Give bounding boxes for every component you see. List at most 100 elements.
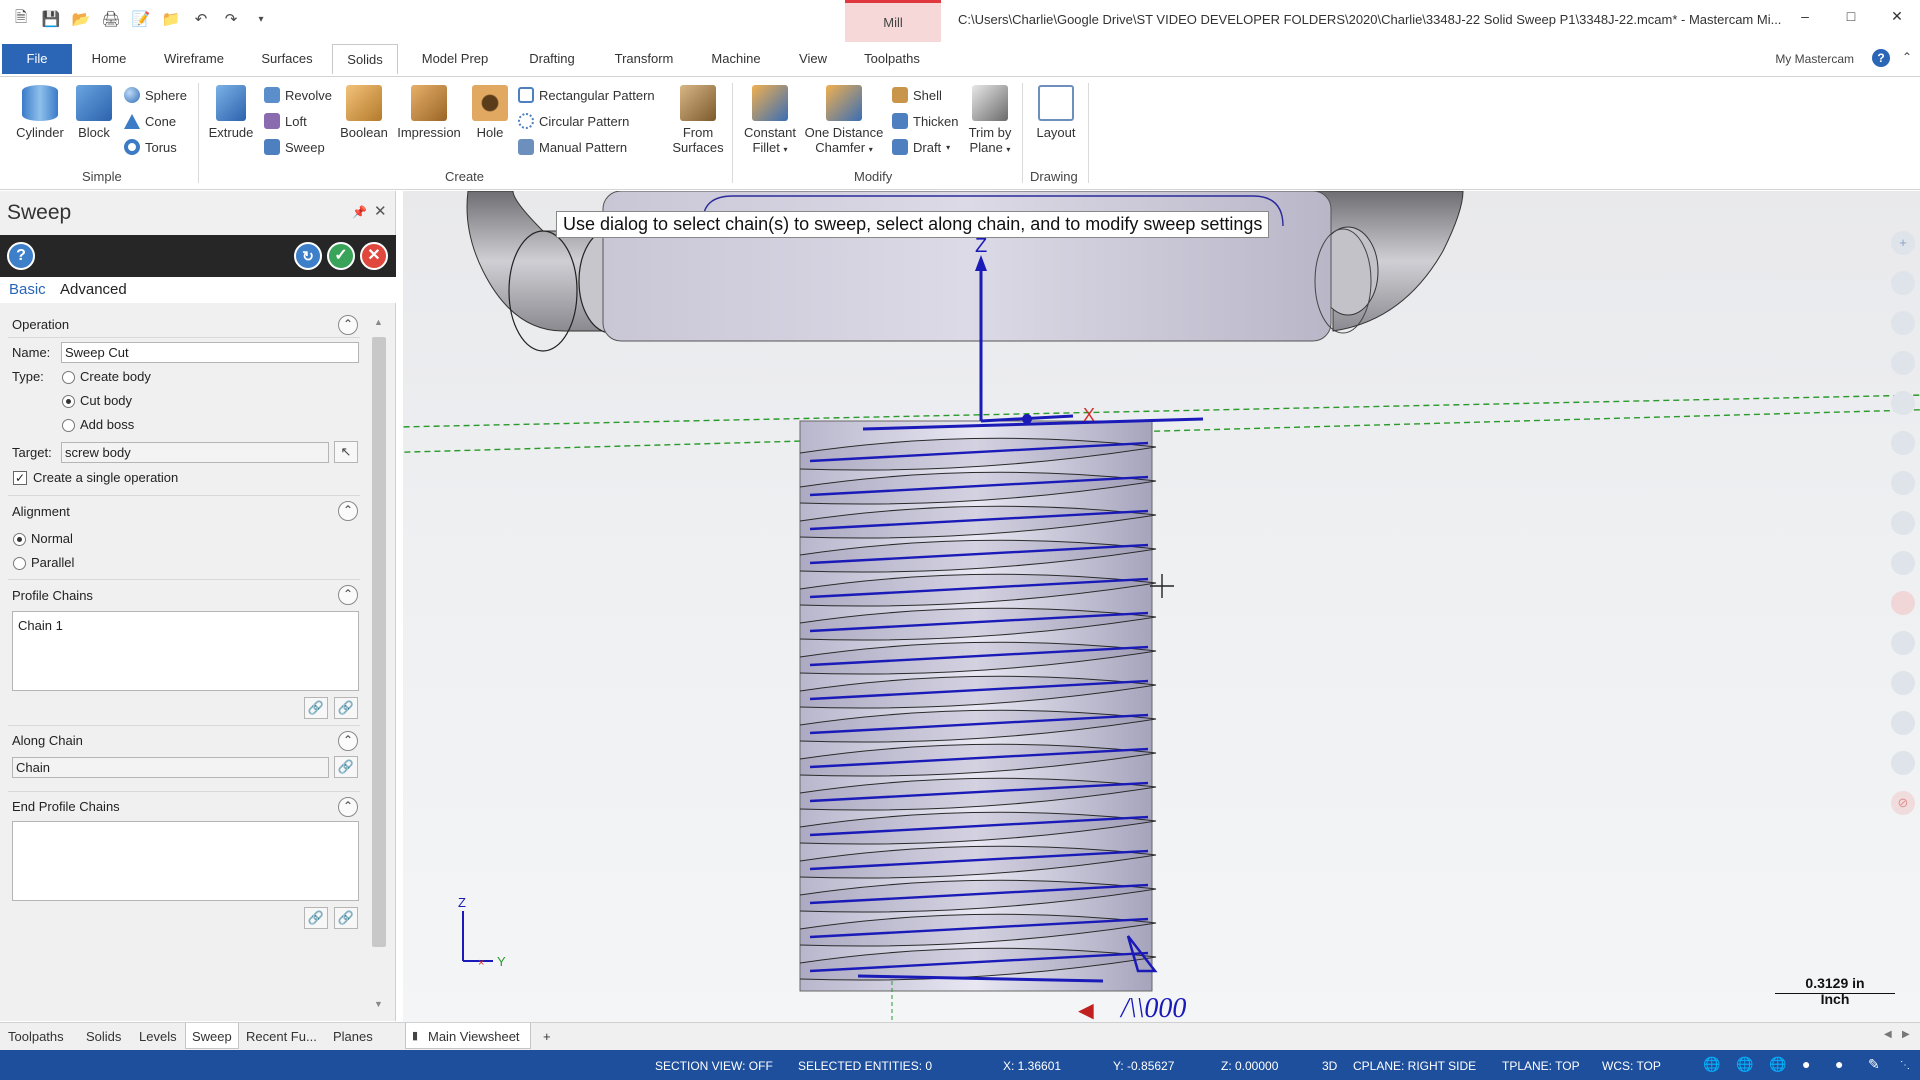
revolve-button[interactable]: Revolve (264, 85, 332, 105)
tab-home[interactable]: Home (84, 44, 134, 74)
context-tab-mill[interactable]: Mill (845, 0, 941, 42)
wcs-status[interactable]: WCS: TOP (1602, 1059, 1661, 1073)
redo-icon[interactable]: ↷ (220, 8, 242, 30)
section-view-status[interactable]: SECTION VIEW: OFF (655, 1059, 773, 1073)
tab-view[interactable]: View (788, 44, 838, 74)
ok-icon[interactable]: ✓ (327, 242, 355, 270)
mode-status[interactable]: 3D (1322, 1059, 1337, 1073)
print-icon[interactable]: 🖨 (100, 8, 122, 30)
scroll-thumb[interactable] (372, 337, 386, 947)
tab-sweep[interactable]: Sweep (185, 1023, 239, 1049)
extrude-button[interactable]: Extrude (206, 85, 256, 140)
sweep-button[interactable]: Sweep (264, 137, 325, 157)
shell-button[interactable]: Shell (892, 85, 942, 105)
filter-icon[interactable] (1891, 671, 1915, 695)
tab-planes[interactable]: Planes (333, 1029, 373, 1044)
chain-select-icon[interactable]: 🔗 (334, 697, 358, 719)
save-icon[interactable]: 💾 (40, 8, 62, 30)
resize-grip-icon[interactable]: ⋱ (1900, 1060, 1910, 1071)
list-item[interactable]: Chain 1 (18, 618, 63, 633)
chain-add-icon[interactable]: 🔗 (304, 697, 328, 719)
impression-button[interactable]: Impression (394, 85, 464, 140)
settings-icon[interactable] (1891, 751, 1915, 775)
radio-parallel[interactable] (13, 557, 26, 570)
loft-button[interactable]: Loft (264, 111, 307, 131)
tab-wireframe[interactable]: Wireframe (154, 44, 234, 74)
collapse-end-profile-chains-icon[interactable]: ⌃ (338, 797, 358, 817)
ok-and-create-new-icon[interactable]: ↻ (294, 242, 322, 270)
analyze-icon[interactable] (1891, 471, 1915, 495)
tab-toolpaths-manager[interactable]: Toolpaths (8, 1029, 64, 1044)
end-chain-add-icon[interactable]: 🔗 (304, 907, 328, 929)
collapse-ribbon-icon[interactable]: ⌃ (1902, 50, 1912, 64)
merge-icon[interactable]: 📁 (160, 8, 182, 30)
single-operation-checkbox[interactable]: ✓ (13, 471, 27, 485)
trim-by-plane-button[interactable]: Trim by Plane ▾ (962, 85, 1018, 157)
scroll-right-icon[interactable]: ▶ (1902, 1029, 1910, 1040)
radio-normal[interactable] (13, 533, 26, 546)
pencil-icon[interactable]: ✎ (1868, 1056, 1880, 1073)
help-icon[interactable]: ? (7, 242, 35, 270)
new-file-icon[interactable]: 🗎 (10, 8, 32, 30)
name-field[interactable]: Sweep Cut (61, 342, 359, 363)
main-viewsheet-tab[interactable]: ▮ Main Viewsheet (405, 1023, 531, 1049)
globe-shaded-icon[interactable]: 🌐 (1769, 1056, 1786, 1073)
end-profile-chains-list[interactable] (12, 821, 359, 901)
globe-icon[interactable]: 🌐 (1703, 1056, 1720, 1073)
measure-icon[interactable] (1891, 431, 1915, 455)
cone-button[interactable]: Cone (124, 111, 176, 131)
open-folder-icon[interactable]: 📂 (70, 8, 92, 30)
radio-add-boss[interactable] (62, 419, 75, 432)
pin-icon[interactable]: 📌 (352, 205, 367, 219)
fit-icon[interactable] (1891, 311, 1915, 335)
hole-button[interactable]: Hole (470, 85, 510, 140)
one-distance-chamfer-button[interactable]: One Distance Chamfer ▾ (802, 85, 886, 157)
save-as-icon[interactable]: 📝 (130, 8, 152, 30)
delete-icon[interactable] (1891, 591, 1915, 615)
add-viewsheet-button[interactable]: + (543, 1029, 551, 1044)
tplane-status[interactable]: TPLANE: TOP (1502, 1059, 1580, 1073)
tab-machine[interactable]: Machine (698, 44, 774, 74)
color-icon[interactable] (1891, 551, 1915, 575)
along-chain-select-icon[interactable]: 🔗 (334, 756, 358, 778)
sphere-button[interactable]: Sphere (124, 85, 187, 105)
shading-icon[interactable] (1891, 511, 1915, 535)
collapse-along-chain-icon[interactable]: ⌃ (338, 731, 358, 751)
tab-advanced[interactable]: Advanced (60, 281, 127, 298)
maximize-icon[interactable]: □ (1828, 0, 1874, 32)
graphics-viewport[interactable]: Z X ◄ /\\000 Z Y × Use dialog to select … (403, 191, 1920, 1022)
collapse-operation-icon[interactable]: ⌃ (338, 315, 358, 335)
tab-basic[interactable]: Basic (9, 281, 46, 298)
radio-cut-body[interactable] (62, 395, 75, 408)
zoom-in-icon[interactable]: + (1891, 231, 1915, 255)
thicken-button[interactable]: Thicken (892, 111, 959, 131)
draft-button[interactable]: Draft ▾ (892, 137, 950, 157)
boolean-button[interactable]: Boolean (336, 85, 392, 140)
isometric-icon[interactable] (1891, 391, 1915, 415)
panel-scrollbar[interactable]: ▲ ▼ (370, 313, 388, 1013)
end-chain-select-icon[interactable]: 🔗 (334, 907, 358, 929)
target-field[interactable]: screw body (61, 442, 329, 463)
profile-chains-list[interactable]: Chain 1 (12, 611, 359, 691)
from-surfaces-button[interactable]: From Surfaces (668, 85, 728, 155)
tab-solids[interactable]: Solids (332, 44, 398, 74)
cylinder-button[interactable]: Cylinder (12, 85, 68, 140)
tab-transform[interactable]: Transform (604, 44, 684, 74)
tab-solids-manager[interactable]: Solids (86, 1029, 121, 1044)
tab-toolpaths[interactable]: Toolpaths (852, 44, 932, 74)
manual-pattern-button[interactable]: Manual Pattern (518, 137, 627, 157)
tab-levels[interactable]: Levels (139, 1029, 177, 1044)
my-mastercam-link[interactable]: My Mastercam (1775, 52, 1854, 66)
constant-fillet-button[interactable]: Constant Fillet ▾ (738, 85, 802, 157)
tab-surfaces[interactable]: Surfaces (252, 44, 322, 74)
rotate-icon[interactable] (1891, 351, 1915, 375)
layout-button[interactable]: Layout (1032, 85, 1080, 140)
clear-icon[interactable]: ⊘ (1891, 791, 1915, 815)
tab-drafting[interactable]: Drafting (514, 44, 590, 74)
minimize-icon[interactable]: – (1782, 0, 1828, 32)
help-icon[interactable]: ? (1872, 49, 1890, 67)
scroll-up-icon[interactable]: ▲ (374, 317, 383, 327)
scroll-down-icon[interactable]: ▼ (374, 999, 383, 1009)
cancel-icon[interactable]: ✕ (360, 242, 388, 270)
along-chain-field[interactable]: Chain (12, 757, 329, 778)
